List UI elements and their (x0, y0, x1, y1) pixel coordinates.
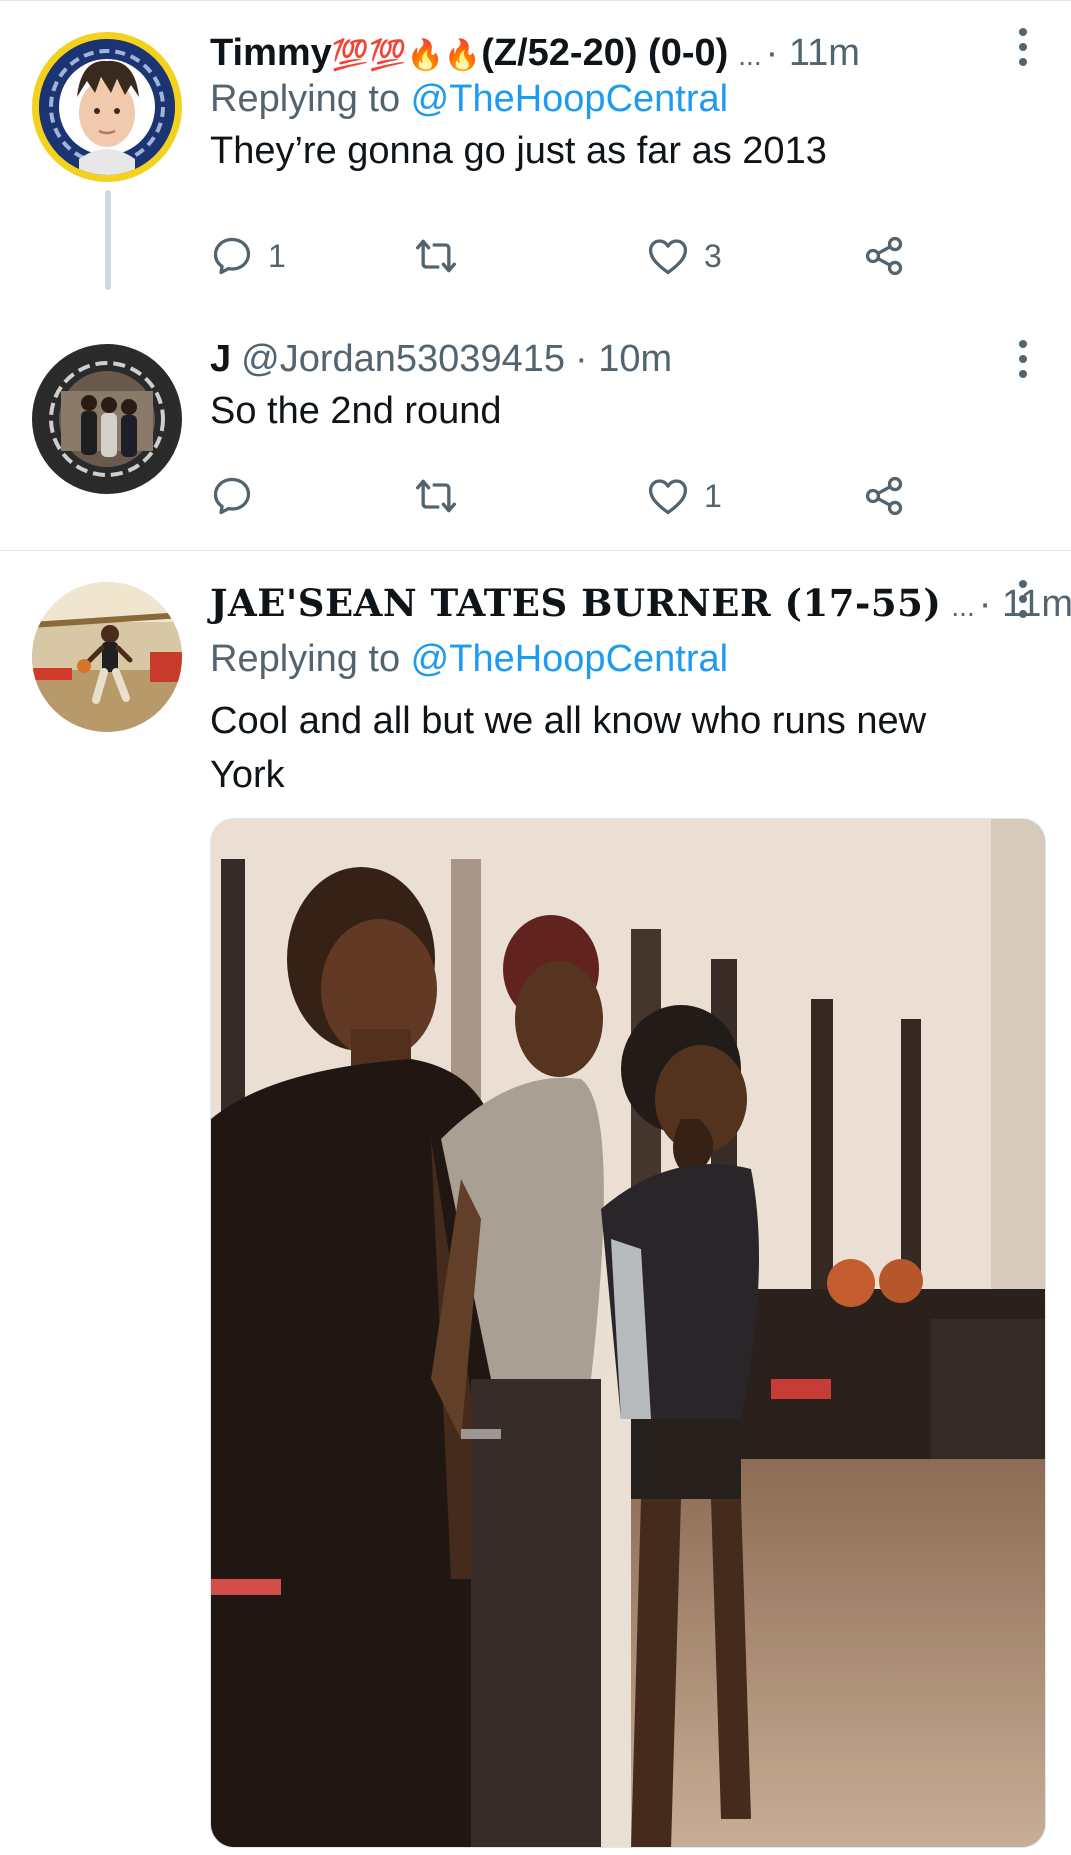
more-icon[interactable] (1003, 574, 1043, 624)
tweet-photo[interactable] (210, 818, 1046, 1848)
display-name[interactable]: JAE'SEAN TATES BURNER (17-55) (210, 578, 941, 628)
avatar-jaesean[interactable] (32, 582, 182, 732)
replying-prefix: Replying to (210, 638, 411, 680)
replying-handle[interactable]: @TheHoopCentral (411, 638, 728, 680)
tweet-header: JAE'SEAN TATES BURNER (17-55) ... · 11m (210, 578, 1071, 632)
tweet-text: Cool and all but we all know who runs ne… (210, 700, 927, 796)
replying-to: Replying to @TheHoopCentral (210, 634, 728, 684)
ellipsis: ... (951, 591, 975, 622)
tweet-jaesean[interactable]: JAE'SEAN TATES BURNER (17-55) ... · 11m … (0, 0, 1071, 1855)
